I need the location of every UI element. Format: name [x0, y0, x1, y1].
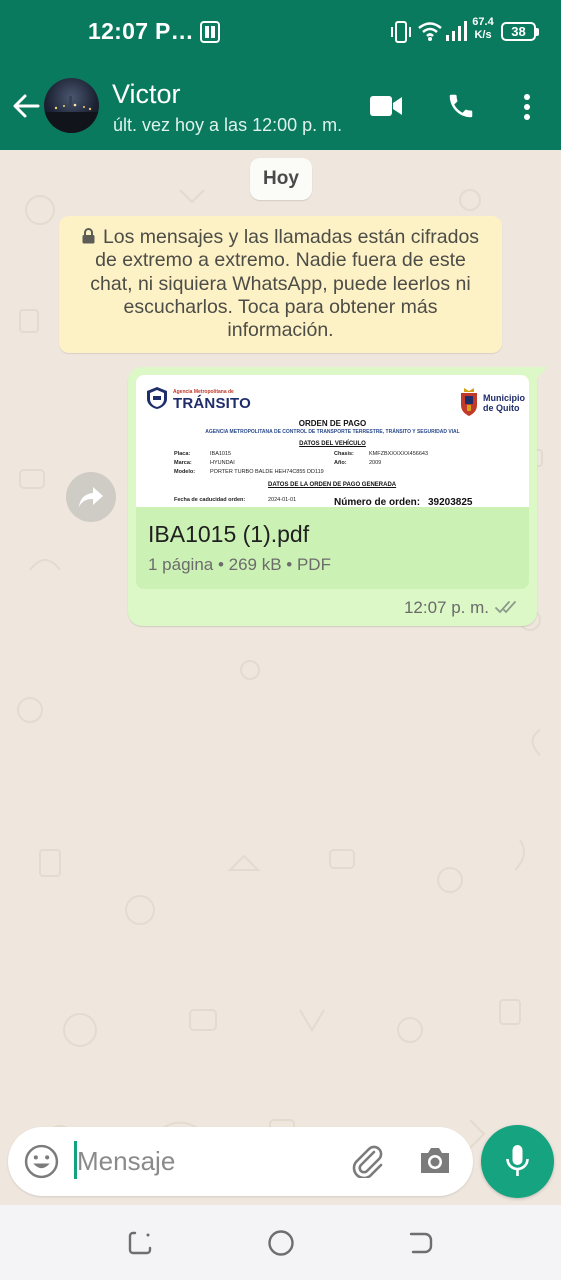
video-camera-icon[interactable]	[369, 94, 403, 118]
preview-chasis-value: KMFZBXXXXXX456643	[369, 451, 429, 457]
net-speed: 67.4 K/s	[472, 16, 494, 41]
preview-placa-value: IBA1015	[210, 451, 232, 457]
system-nav-bar	[0, 1205, 561, 1280]
recent-apps-icon[interactable]	[127, 1230, 153, 1256]
preview-caducidad-label: Fecha de caducidad orden:	[174, 497, 246, 503]
status-bar: 12:07 P… 67.4 K/s 38	[0, 0, 561, 64]
status-time: 12:07 P…	[88, 18, 194, 44]
forward-button[interactable]	[66, 472, 116, 522]
double-check-icon	[495, 601, 516, 614]
forward-icon	[79, 487, 103, 507]
arrow-left-icon[interactable]	[10, 90, 42, 122]
preview-marca-label: Marca:	[174, 460, 192, 466]
last-seen-status[interactable]: últ. vez hoy a las 12:00 p. m.	[113, 115, 342, 136]
top-bar: 12:07 P… 67.4 K/s 38 Victor últ. vez hoy…	[0, 0, 561, 150]
preview-anio-value: 2009	[369, 460, 382, 466]
message-bubble-document[interactable]: Agencia Metropolitana de TRÁNSITO Munici…	[128, 367, 547, 626]
preview-marca-value: HYUNDAI	[210, 460, 235, 466]
preview-placa-label: Placa:	[174, 451, 191, 457]
contact-name[interactable]: Victor	[112, 79, 181, 110]
document-file-info: 1 página • 269 kB • PDF	[148, 555, 331, 574]
signal-icon	[446, 21, 467, 41]
wifi-icon	[418, 22, 442, 41]
home-icon[interactable]	[267, 1229, 295, 1257]
camera-icon[interactable]	[418, 1144, 452, 1176]
voice-message-button[interactable]	[481, 1125, 554, 1198]
preview-municipality: Municipio de Quito	[483, 393, 525, 413]
message-time: 12:07 p. m.	[403, 598, 489, 617]
more-vert-icon[interactable]	[518, 93, 536, 121]
preview-order-value: 39203825	[428, 497, 473, 507]
vibrate-icon	[391, 21, 411, 43]
emoji-icon[interactable]	[24, 1144, 59, 1179]
preview-chasis-label: Chasis:	[334, 451, 354, 457]
message-composer	[8, 1127, 473, 1196]
avatar[interactable]	[44, 78, 99, 133]
preview-anio-label: Año:	[334, 460, 347, 466]
date-chip: Hoy	[250, 158, 312, 200]
preview-caducidad-value: 2024-01-01	[268, 497, 297, 503]
nav-back-icon[interactable]	[408, 1230, 434, 1256]
preview-modelo-value: PORTER TURBO BALDE HEH74C855 DD119	[210, 469, 324, 475]
lock-icon	[82, 228, 95, 244]
preview-order-label: Número de orden:	[334, 497, 421, 507]
preview-title: ORDEN DE PAGO	[298, 419, 367, 428]
preview-section-order: DATOS DE LA ORDEN DE PAGO GENERADA	[268, 482, 397, 488]
preview-subtitle: AGENCIA METROPOLITANA DE CONTROL DE TRAN…	[205, 429, 460, 435]
quito-coat-of-arms-icon	[461, 388, 477, 416]
document-meta[interactable]: IBA1015 (1).pdf 1 página • 269 kB • PDF	[136, 507, 529, 589]
amt-logo-icon	[147, 387, 167, 409]
avatar-photo	[44, 96, 99, 133]
preview-section-vehicle: DATOS DEL VEHÍCULO	[299, 441, 366, 447]
battery-indicator: 38	[501, 22, 539, 41]
paperclip-icon[interactable]	[350, 1142, 384, 1178]
document-file-name: IBA1015 (1).pdf	[148, 521, 310, 547]
preview-agency-big: TRÁNSITO	[173, 395, 251, 412]
encryption-notice-text: Los mensajes y las llamadas están cifrad…	[90, 226, 480, 342]
phone-icon[interactable]	[446, 91, 476, 121]
document-preview[interactable]: Agencia Metropolitana de TRÁNSITO Munici…	[136, 375, 529, 507]
preview-modelo-label: Modelo:	[174, 469, 196, 475]
message-input[interactable]	[77, 1137, 337, 1185]
microphone-icon	[506, 1145, 529, 1176]
app-notification-icon	[200, 21, 220, 43]
encryption-notice[interactable]: Los mensajes y las llamadas están cifrad…	[59, 216, 502, 353]
